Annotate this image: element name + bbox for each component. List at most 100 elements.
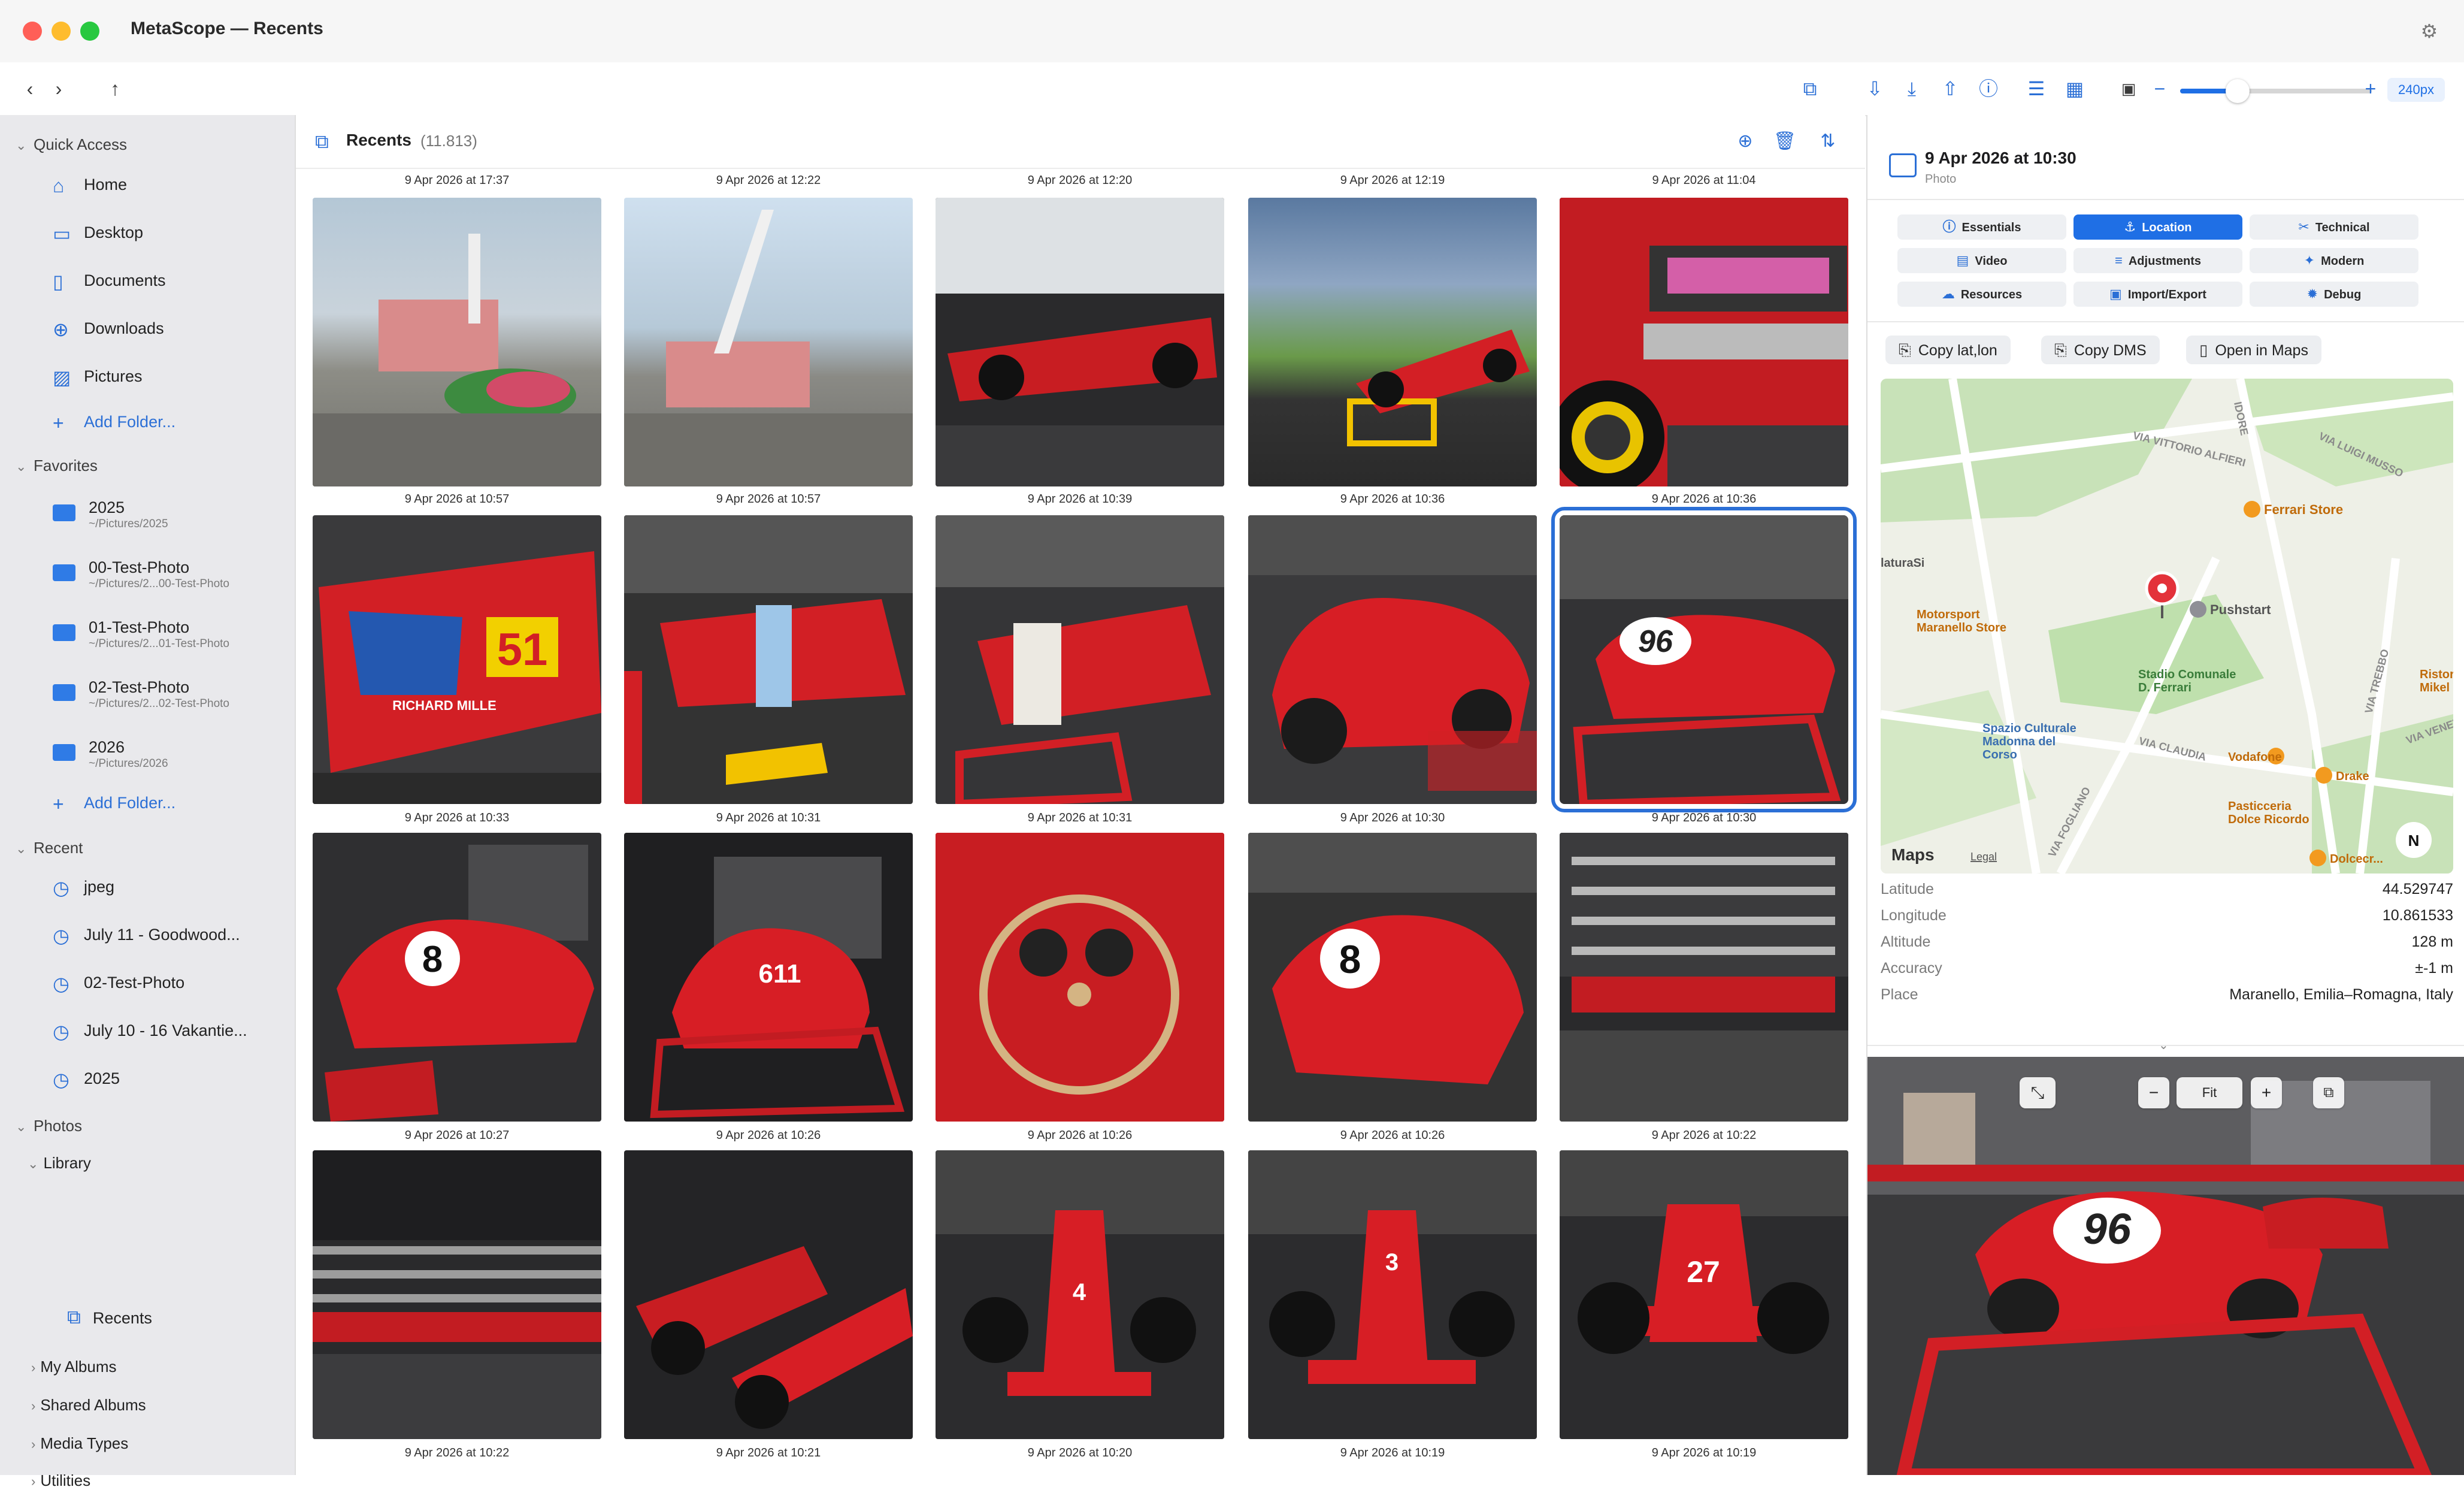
close-window-button[interactable] — [23, 22, 42, 41]
add-favorite-folder-button[interactable]: + Add Folder... — [53, 790, 175, 816]
photo-thumbnail[interactable] — [313, 198, 601, 486]
recent-item[interactable]: ◷ 2025 — [53, 1065, 120, 1092]
tab-essentials[interactable]: ⓘ Essentials — [1897, 214, 2066, 240]
meta-row-place: Place Maranello, Emilia–Romagna, Italy — [1881, 986, 2453, 1010]
add-circle-icon[interactable]: ⊕ — [1732, 128, 1758, 155]
tab-resources[interactable]: ☁ Resources — [1897, 282, 2066, 307]
group-media-types[interactable]: › Media Types — [31, 1434, 128, 1453]
info-icon[interactable]: ⓘ — [1973, 73, 2004, 104]
tab-label: Video — [1975, 255, 2008, 268]
photo-thumbnail[interactable]: 8 — [1248, 833, 1537, 1122]
photo-thumbnail[interactable] — [624, 1150, 913, 1439]
copy-dms-button[interactable]: ⎘ Copy DMS — [2041, 336, 2160, 364]
tab-modern[interactable]: ✦ Modern — [2250, 248, 2418, 273]
meta-value: ±-1 m — [2415, 960, 2453, 977]
tab-import-export[interactable]: ▣ Import/Export — [2073, 282, 2242, 307]
up-arrow-icon[interactable]: ↑ — [99, 73, 131, 104]
library-group[interactable]: ⌄ Library — [28, 1154, 91, 1172]
zoom-in-plus-icon[interactable]: + — [2355, 73, 2386, 104]
tab-technical[interactable]: ✂ Technical — [2250, 214, 2418, 240]
section-favorites[interactable]: ⌄ Favorites — [16, 457, 98, 475]
recent-item[interactable]: ◷ 02-Test-Photo — [53, 969, 184, 996]
photo-thumbnail[interactable] — [313, 1150, 601, 1439]
photo-thumbnail[interactable] — [1560, 833, 1848, 1122]
car-number-text: 8 — [1339, 937, 1361, 981]
tab-adjustments[interactable]: ≡ Adjustments — [2073, 248, 2242, 273]
zoom-in-plus-button[interactable]: + — [2251, 1077, 2282, 1108]
open-external-icon[interactable]: ⧉ — [2313, 1077, 2344, 1108]
sidebar-item-recents[interactable]: ⧉ Recents — [67, 1306, 152, 1329]
group-shared-albums[interactable]: › Shared Albums — [31, 1396, 146, 1415]
copy-lat-lon-button[interactable]: ⎘ Copy lat,lon — [1885, 336, 2011, 364]
photo-caption: 9 Apr 2026 at 10:19 — [1340, 1446, 1445, 1459]
thumbnail-size-slider[interactable] — [2180, 79, 2372, 103]
folder-path: ~/Pictures/2...00-Test-Photo — [89, 578, 229, 590]
sparkle-icon: ✦ — [2303, 253, 2315, 268]
recent-item[interactable]: ◷ jpeg — [53, 874, 114, 900]
car-number-text: 51 — [497, 624, 548, 675]
fit-button[interactable]: Fit — [2177, 1077, 2242, 1108]
button-label: Copy lat,lon — [1918, 342, 1997, 359]
photo-thumbnail[interactable] — [624, 198, 913, 486]
share-icon[interactable]: ⇧ — [1935, 73, 1966, 104]
grid-view-icon[interactable]: ▦ — [2059, 73, 2090, 104]
trash-icon[interactable]: 🗑 — [1772, 128, 1798, 155]
tab-debug[interactable]: ✹ Debug — [2250, 282, 2418, 307]
location-map[interactable]: VIA VITTORIO ALFIERI VIA LUIGI MUSSO VIA… — [1881, 379, 2453, 874]
sidebar-item-home[interactable]: ⌂ Home — [53, 171, 127, 198]
sidebar-item-pictures[interactable]: ▨ Pictures — [53, 363, 143, 389]
tab-location[interactable]: ⚓ Location — [2073, 214, 2242, 240]
sidebar-item-documents[interactable]: ▯ Documents — [53, 267, 166, 294]
photo-thumbnail[interactable] — [1248, 515, 1537, 804]
recent-item[interactable]: ◷ July 11 - Goodwood... — [53, 921, 240, 948]
group-my-albums[interactable]: › My Albums — [31, 1358, 116, 1376]
photo-thumbnail[interactable]: 3 — [1248, 1150, 1537, 1439]
group-utilities[interactable]: › Utilities — [31, 1471, 90, 1490]
slider-knob[interactable] — [2226, 79, 2250, 103]
zoom-out-minus-button[interactable]: − — [2138, 1077, 2169, 1108]
import-icon[interactable]: ⇩ — [1859, 73, 1890, 104]
settings-gear-icon[interactable]: ⚙ — [2417, 19, 2441, 43]
section-quick-access[interactable]: ⌄ Quick Access — [16, 135, 127, 154]
tab-label: Adjustments — [2128, 255, 2201, 268]
photo-thumbnail[interactable]: 8 — [313, 833, 601, 1122]
clock-icon: ◷ — [53, 1068, 69, 1090]
photo-thumbnail[interactable] — [1248, 198, 1537, 486]
photo-thumbnail[interactable]: 51 RICHARD MILLE — [313, 515, 601, 804]
photo-thumbnail-selected[interactable]: 96 — [1551, 507, 1857, 812]
photo-thumbnail[interactable] — [936, 198, 1224, 486]
tray-download-icon[interactable]: ⤓ — [1896, 73, 1927, 104]
sidebar-item-desktop[interactable]: ▭ Desktop — [53, 219, 143, 246]
open-external-icon[interactable]: ⧉ — [1794, 73, 1826, 104]
maps-legal-link[interactable]: Legal — [1970, 851, 1997, 863]
meta-value: 128 m — [2411, 933, 2453, 950]
photo-image — [624, 210, 913, 486]
photo-thumbnail[interactable] — [936, 515, 1224, 804]
minimize-window-button[interactable] — [52, 22, 71, 41]
recent-item[interactable]: ◷ July 10 - 16 Vakantie... — [53, 1017, 247, 1044]
photo-preview[interactable]: 96 − ⤡ Fit + ⧉ — [1867, 1057, 2464, 1475]
zoom-out-minus-icon[interactable]: − — [2144, 73, 2175, 104]
photo-thumbnail[interactable]: 27 — [1560, 1150, 1848, 1439]
sidebar-item-downloads[interactable]: ⊕ Downloads — [53, 315, 164, 341]
section-recent[interactable]: ⌄ Recent — [16, 839, 83, 857]
split-chevron-icon[interactable]: ⌄ — [2159, 1038, 2169, 1053]
tab-label: Resources — [1960, 288, 2023, 301]
back-chevron-icon[interactable]: ‹ — [14, 73, 46, 104]
photo-thumbnail[interactable] — [936, 833, 1224, 1122]
tab-label: Location — [2142, 221, 2192, 234]
add-folder-button[interactable]: + Add Folder... — [53, 409, 175, 435]
photo-thumbnail[interactable]: 611 — [624, 833, 913, 1122]
open-in-maps-button[interactable]: ▯ Open in Maps — [2186, 336, 2321, 364]
photo-thumbnail[interactable]: 4 — [936, 1150, 1224, 1439]
list-view-icon[interactable]: ☰ — [2021, 73, 2052, 104]
expand-arrows-icon[interactable]: ⤡ — [2020, 1077, 2056, 1108]
section-photos[interactable]: ⌄ Photos — [16, 1117, 82, 1135]
zoom-window-button[interactable] — [80, 22, 99, 41]
title-bar: MetaScope — Recents ⚙ — [0, 0, 2464, 64]
photo-thumbnail[interactable] — [624, 515, 913, 804]
tab-video[interactable]: ▤ Video — [1897, 248, 2066, 273]
photo-thumbnail[interactable] — [1560, 198, 1848, 486]
forward-chevron-icon[interactable]: › — [43, 73, 74, 104]
sort-arrows-icon[interactable]: ⇅ — [1815, 128, 1841, 155]
